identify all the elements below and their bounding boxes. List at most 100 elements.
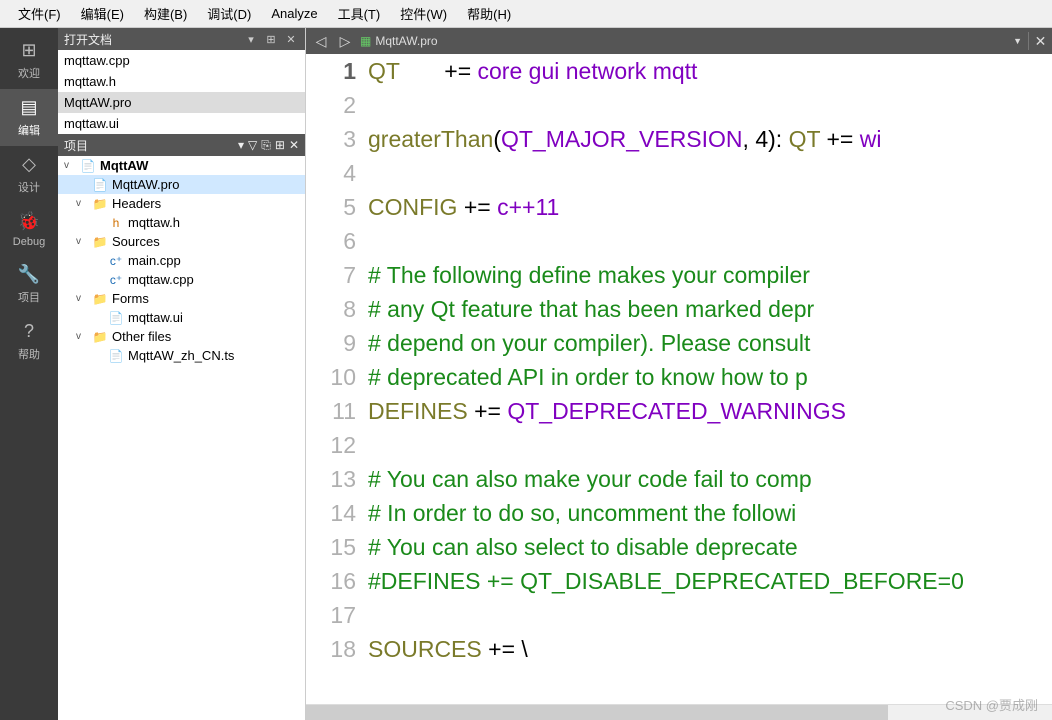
open-files-header: 打开文档 ▾ ⊞ ✕ xyxy=(58,28,305,50)
line-number: 18 xyxy=(306,632,356,666)
open-file-item[interactable]: mqttaw.ui xyxy=(58,113,305,134)
dropdown-icon[interactable]: ▼ xyxy=(1013,36,1022,46)
code-line[interactable]: CONFIG += c++11 xyxy=(368,190,1052,224)
main-area: ⊞欢迎▤编辑◇设计🐞Debug🔧项目?帮助 打开文档 ▾ ⊞ ✕ mqttaw.… xyxy=(0,28,1052,720)
code-line[interactable]: QT += core gui network mqtt xyxy=(368,54,1052,88)
tree-node[interactable]: c⁺main.cpp xyxy=(58,251,305,270)
menu-item[interactable]: Analyze xyxy=(261,2,327,25)
open-file-item[interactable]: MqttAW.pro xyxy=(58,92,305,113)
mode-label: Debug xyxy=(13,236,45,248)
code-line[interactable]: # any Qt feature that has been marked de… xyxy=(368,292,1052,326)
file-icon: h xyxy=(108,216,124,230)
nav-forward-icon[interactable]: ▷ xyxy=(336,32,354,50)
expand-icon[interactable]: v xyxy=(76,236,88,247)
mode-设计[interactable]: ◇设计 xyxy=(0,146,58,203)
expand-icon[interactable]: v xyxy=(64,160,76,171)
tree-node[interactable]: c⁺ mqttaw.cpp xyxy=(58,270,305,289)
horizontal-scrollbar[interactable] xyxy=(306,704,1052,720)
code-line[interactable] xyxy=(368,156,1052,190)
menu-item[interactable]: 调试(D) xyxy=(197,0,261,27)
line-gutter: 123456789101112131415161718 xyxy=(306,54,366,704)
tree-node[interactable]: 📄MqttAW.pro xyxy=(58,175,305,194)
expand-icon[interactable]: v xyxy=(76,331,88,342)
tree-node[interactable]: 📄MqttAW_zh_CN.ts xyxy=(58,346,305,365)
menu-item[interactable]: 工具(T) xyxy=(328,0,391,27)
code-editor[interactable]: 123456789101112131415161718 QT += core g… xyxy=(306,54,1052,704)
tree-node[interactable]: v📄MqttAW xyxy=(58,156,305,175)
nav-back-icon[interactable]: ◁ xyxy=(312,32,330,50)
mode-icon: ⊞ xyxy=(21,40,36,61)
code-line[interactable] xyxy=(368,88,1052,122)
expand-icon[interactable]: v xyxy=(76,293,88,304)
open-file-item[interactable]: mqttaw.cpp xyxy=(58,50,305,71)
file-icon: ▦ xyxy=(360,34,371,48)
tree-node-label: MqttAW.pro xyxy=(112,177,179,192)
line-number: 12 xyxy=(306,428,356,462)
sidebar: 打开文档 ▾ ⊞ ✕ mqttaw.cppmqttaw.hMqttAW.prom… xyxy=(58,28,306,720)
line-number: 10 xyxy=(306,360,356,394)
split-icon[interactable]: ⊞ xyxy=(275,138,285,152)
code-line[interactable] xyxy=(368,598,1052,632)
line-number: 14 xyxy=(306,496,356,530)
file-icon: 📄 xyxy=(80,159,96,173)
mode-帮助[interactable]: ?帮助 xyxy=(0,313,58,370)
mode-欢迎[interactable]: ⊞欢迎 xyxy=(0,32,58,89)
tree-node[interactable]: v📁Other files xyxy=(58,327,305,346)
mode-项目[interactable]: 🔧项目 xyxy=(0,256,58,313)
dropdown-icon[interactable]: ▾ xyxy=(243,31,259,47)
menu-item[interactable]: 构建(B) xyxy=(134,0,197,27)
mode-编辑[interactable]: ▤编辑 xyxy=(0,89,58,146)
line-number: 15 xyxy=(306,530,356,564)
code-line[interactable]: # The following define makes your compil… xyxy=(368,258,1052,292)
mode-Debug[interactable]: 🐞Debug xyxy=(0,203,58,256)
tree-node[interactable]: v📁Sources xyxy=(58,232,305,251)
code-line[interactable]: # deprecated API in order to know how to… xyxy=(368,360,1052,394)
code-line[interactable]: #DEFINES += QT_DISABLE_DEPRECATED_BEFORE… xyxy=(368,564,1052,598)
editor-close-icon[interactable]: ✕ xyxy=(1028,32,1046,50)
code-line[interactable]: # depend on your compiler). Please consu… xyxy=(368,326,1052,360)
line-number: 6 xyxy=(306,224,356,258)
menu-item[interactable]: 帮助(H) xyxy=(457,0,521,27)
close-panel-icon[interactable]: ✕ xyxy=(283,31,299,47)
close-panel-icon[interactable]: ✕ xyxy=(289,138,299,152)
line-number: 5 xyxy=(306,190,356,224)
filter-icon[interactable]: ▽ xyxy=(248,138,257,152)
mode-icon: ▤ xyxy=(20,97,37,118)
link-icon[interactable]: ⎘ xyxy=(261,138,271,153)
line-number: 7 xyxy=(306,258,356,292)
code-line[interactable] xyxy=(368,428,1052,462)
menu-item[interactable]: 文件(F) xyxy=(8,0,71,27)
project-tree: v📄MqttAW📄MqttAW.prov📁Headershmqttaw.hv📁S… xyxy=(58,156,305,720)
mode-icon: 🔧 xyxy=(18,264,40,285)
mode-label: 帮助 xyxy=(18,346,40,362)
code-line[interactable]: # In order to do so, uncomment the follo… xyxy=(368,496,1052,530)
tree-node[interactable]: 📄mqttaw.ui xyxy=(58,308,305,327)
code-line[interactable] xyxy=(368,224,1052,258)
dropdown-icon[interactable]: ▾ xyxy=(238,138,244,152)
expand-icon[interactable]: v xyxy=(76,198,88,209)
tree-node[interactable]: v📁Headers xyxy=(58,194,305,213)
code-line[interactable]: # You can also select to disable depreca… xyxy=(368,530,1052,564)
tree-node-label: main.cpp xyxy=(128,253,181,268)
tree-node-label: mqttaw.cpp xyxy=(128,272,194,287)
tree-node[interactable]: hmqttaw.h xyxy=(58,213,305,232)
tree-node-label: Other files xyxy=(112,329,171,344)
code-body[interactable]: QT += core gui network mqtt greaterThan(… xyxy=(366,54,1052,704)
menu-item[interactable]: 编辑(E) xyxy=(71,0,134,27)
tree-node-label: MqttAW_zh_CN.ts xyxy=(128,348,234,363)
split-icon[interactable]: ⊞ xyxy=(263,31,279,47)
menu-item[interactable]: 控件(W) xyxy=(390,0,457,27)
line-number: 8 xyxy=(306,292,356,326)
code-line[interactable]: SOURCES += \ xyxy=(368,632,1052,666)
open-file-item[interactable]: mqttaw.h xyxy=(58,71,305,92)
code-line[interactable]: greaterThan(QT_MAJOR_VERSION, 4): QT += … xyxy=(368,122,1052,156)
line-number: 2 xyxy=(306,88,356,122)
editor-filename[interactable]: ▦ MqttAW.pro xyxy=(360,34,438,48)
line-number: 16 xyxy=(306,564,356,598)
code-line[interactable]: # You can also make your code fail to co… xyxy=(368,462,1052,496)
file-icon: c⁺ xyxy=(108,273,124,287)
tree-node[interactable]: v📁Forms xyxy=(58,289,305,308)
menubar: 文件(F)编辑(E)构建(B)调试(D)Analyze工具(T)控件(W)帮助(… xyxy=(0,0,1052,28)
project-title: 项目 xyxy=(64,137,234,154)
code-line[interactable]: DEFINES += QT_DEPRECATED_WARNINGS xyxy=(368,394,1052,428)
